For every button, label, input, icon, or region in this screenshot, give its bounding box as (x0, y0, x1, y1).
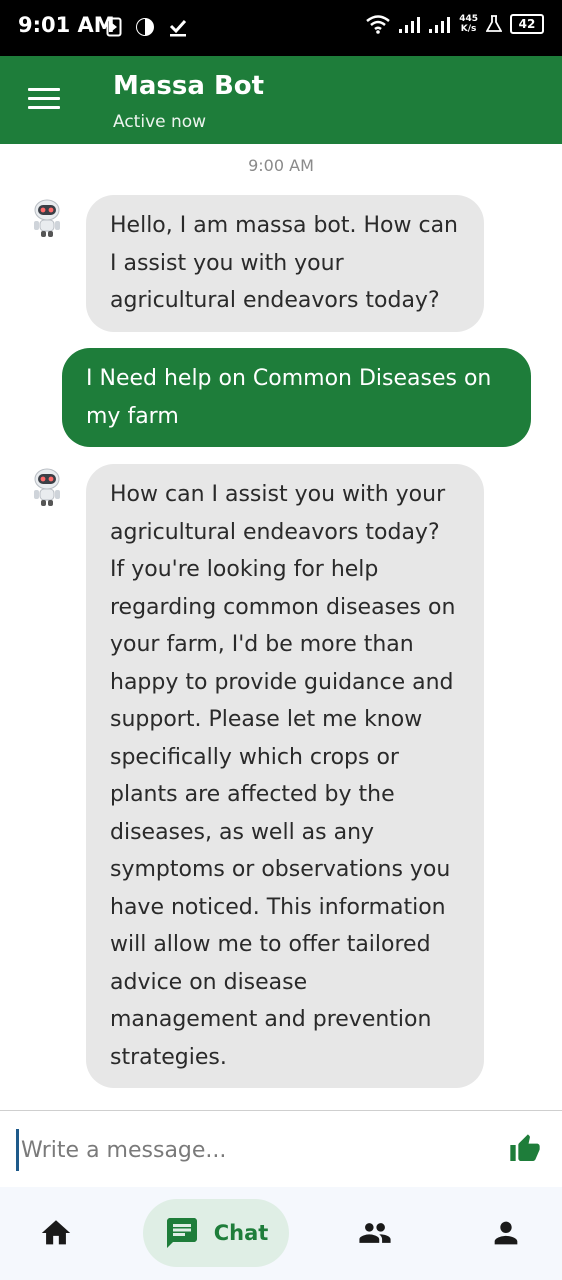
flask-icon (486, 15, 502, 32)
check-download-icon (169, 19, 187, 37)
status-system-icons: 445 K/s 42 (365, 14, 544, 34)
app-notification-icon (106, 17, 122, 37)
status-notification-icons (106, 16, 188, 38)
thumbs-up-icon[interactable] (508, 1133, 542, 1165)
network-speed-value: 445 (459, 14, 478, 24)
signal-icon-2 (429, 17, 451, 33)
status-bar: 9:01 AM 445 K/s 42 (0, 0, 562, 56)
menu-icon-bar (28, 97, 60, 100)
bottom-navigation: Chat (0, 1187, 562, 1280)
message-timestamp: 9:00 AM (248, 156, 314, 175)
nav-home[interactable] (26, 1199, 86, 1267)
user-message: I Need help on Common Diseases on my far… (62, 348, 531, 447)
nav-chat-label: Chat (213, 1221, 269, 1245)
chat-icon (166, 1218, 197, 1248)
message-input[interactable] (16, 1129, 493, 1171)
bot-message: Hello, I am massa bot. How can I assist … (86, 195, 484, 332)
dnd-icon (136, 18, 154, 36)
person-icon (494, 1221, 518, 1245)
menu-icon-bar (28, 106, 60, 109)
chat-status: Active now (113, 112, 207, 132)
nav-community[interactable] (345, 1199, 405, 1267)
chat-title: Massa Bot (113, 71, 265, 101)
bot-message: How can I assist you with your agricultu… (86, 464, 484, 1088)
home-icon (41, 1220, 71, 1245)
app-bar: Massa Bot Active now (0, 56, 562, 144)
nav-profile[interactable] (476, 1199, 536, 1267)
menu-button[interactable] (28, 88, 60, 112)
nav-chat[interactable]: Chat (143, 1199, 289, 1267)
menu-icon-bar (28, 88, 60, 91)
network-speed: 445 K/s (459, 14, 478, 34)
wifi-icon (366, 15, 390, 34)
battery-indicator: 42 (510, 14, 544, 34)
network-speed-unit: K/s (460, 24, 477, 34)
status-time: 9:01 AM (18, 13, 115, 37)
signal-icon-1 (399, 17, 421, 33)
message-composer (0, 1111, 562, 1187)
bot-avatar (34, 468, 60, 506)
bot-avatar (34, 199, 60, 237)
people-icon (359, 1223, 391, 1243)
